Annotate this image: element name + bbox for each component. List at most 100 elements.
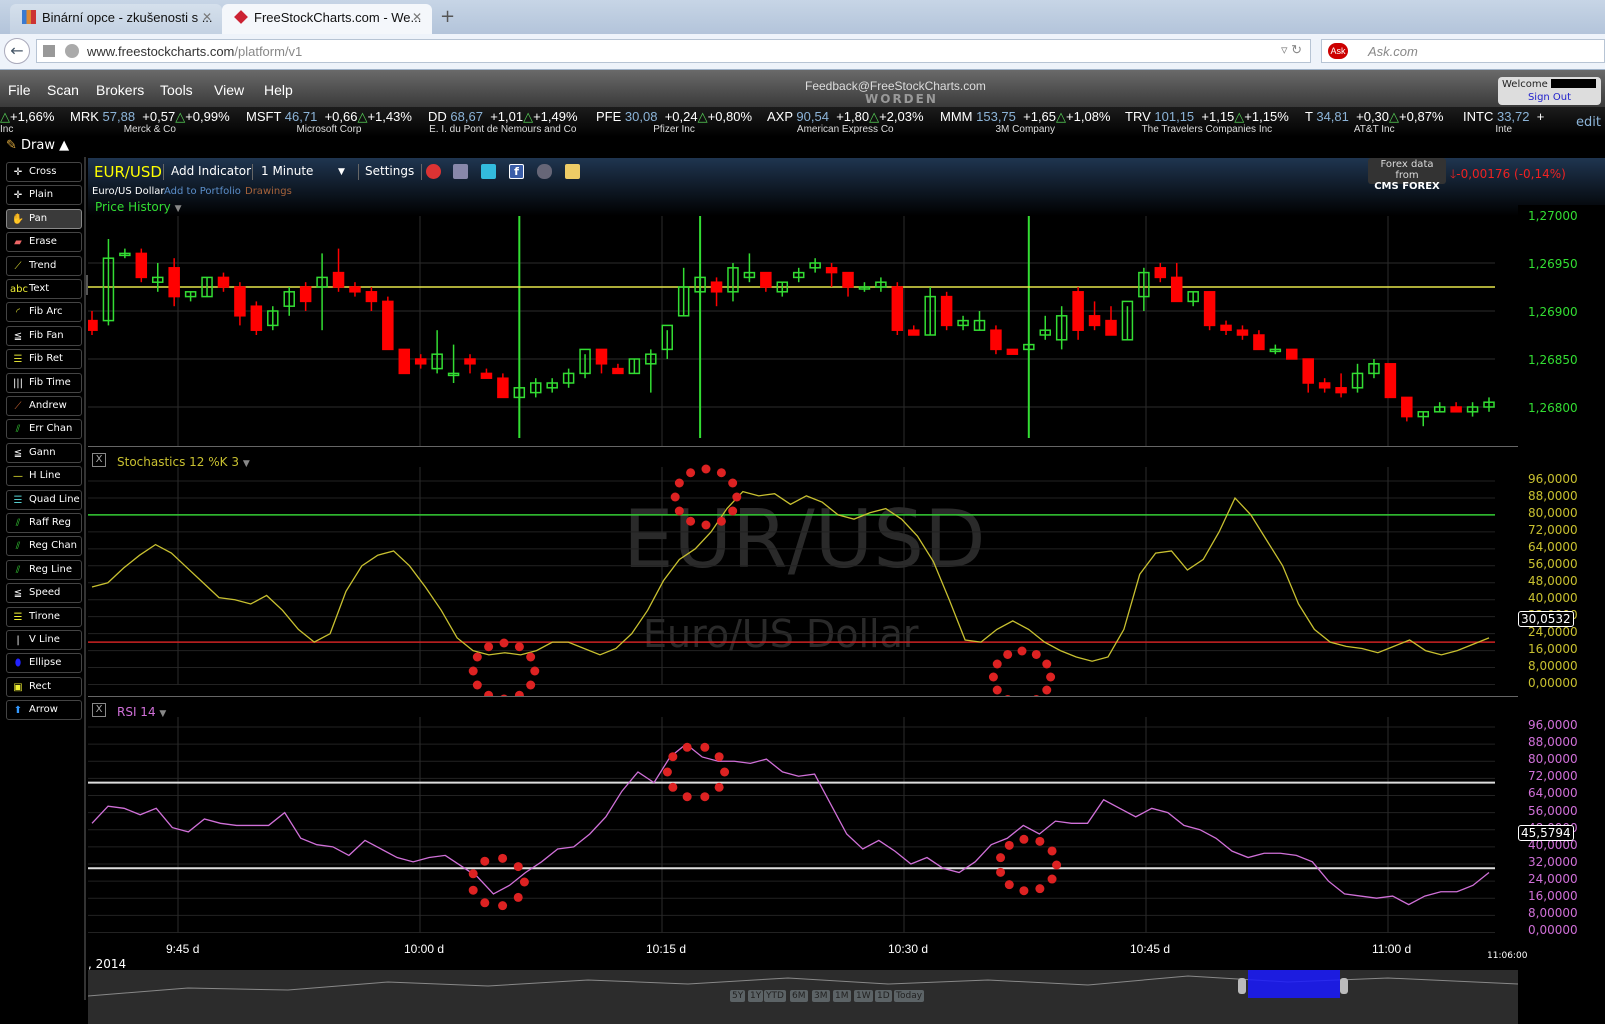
price-history-menu[interactable]: Price History ▼ — [95, 200, 182, 214]
browser-tab-freestockcharts[interactable]: FreeStockCharts.com - We... ✕ — [222, 4, 432, 34]
tool-v-line[interactable]: | V Line — [6, 630, 82, 650]
tool-erase[interactable]: ▰ Erase — [6, 232, 82, 253]
interval-select[interactable]: 1 Minute — [261, 164, 313, 178]
menu-file[interactable]: File — [8, 82, 31, 98]
fib-time-icon: ||| — [12, 377, 24, 389]
ticker-item[interactable]: INTC 33,72 + Inte — [1463, 109, 1544, 135]
close-tab-icon[interactable]: ✕ — [202, 10, 212, 24]
indicator-tick-label: 8,00000 — [1528, 658, 1578, 673]
range-button-6m[interactable]: 6M — [790, 990, 808, 1002]
search-input[interactable]: Ask Ask.com — [1321, 39, 1605, 63]
andrew-icon: ⟋ — [14, 401, 22, 412]
tool-ellipse[interactable]: ⬮ Ellipse — [6, 653, 82, 674]
overview-selection-window[interactable] — [1248, 970, 1340, 998]
ticker-item[interactable]: MMM 153,75 +1,65△+1,08% 3M Company — [940, 109, 1110, 135]
dropdown-icon[interactable]: ▿ — [1281, 42, 1288, 57]
overview-right-handle[interactable] — [1340, 978, 1348, 994]
range-button-ytd[interactable]: YTD — [764, 990, 786, 1002]
reload-icon[interactable]: ↻ — [1291, 42, 1302, 57]
tool-quad-line[interactable]: ☰ Quad Line — [6, 489, 82, 510]
drawings-link[interactable]: Drawings — [245, 186, 292, 197]
annotation-dot — [668, 752, 678, 762]
rsi-title[interactable]: RSI 14 ▼ — [117, 705, 166, 719]
add-to-portfolio-link[interactable]: Add to Portfolio — [164, 186, 241, 197]
tool-pan[interactable]: ✋ Pan — [6, 208, 82, 229]
tool-reg-chan[interactable]: ⫽ Reg Chan — [6, 536, 82, 557]
overview-navigator[interactable]: 5Y 1Y YTD 6M 3M 1M 1W 1D Today — [88, 970, 1518, 1024]
edit-ticker-link[interactable]: edit — [1576, 115, 1601, 130]
close-tab-icon[interactable]: ✕ — [412, 10, 422, 24]
annotation-dot — [662, 767, 672, 777]
ticker-item[interactable]: AXP 90,54 +1,80△+2,03% American Express C… — [767, 109, 924, 135]
ticker-item[interactable]: TRV 101,15 +1,15△+1,15% The Travelers Com… — [1125, 109, 1289, 135]
overview-left-handle[interactable] — [1238, 978, 1246, 994]
rsi-panel[interactable]: X RSI 14 ▼ — [88, 696, 1518, 936]
menu-tools[interactable]: Tools — [160, 82, 193, 98]
range-button-5y[interactable]: 5Y — [730, 990, 746, 1002]
ticker-item[interactable]: MRK 57,88 +0,57△+0,99% Merck & Co — [70, 109, 230, 135]
range-button-today[interactable]: Today — [894, 990, 925, 1002]
tool-gann[interactable]: ≦ Gann — [6, 442, 82, 463]
ticker-item[interactable]: T 34,81 +0,30△+0,87% AT&T Inc — [1305, 109, 1443, 135]
settings-button[interactable]: Settings — [365, 164, 414, 178]
stochastics-panel[interactable]: EUR/USD Euro/US Dollar X Stochastics 12 %… — [88, 446, 1518, 697]
note-icon[interactable] — [565, 164, 580, 179]
feedback-link[interactable]: Feedback@FreeStockCharts.com — [805, 79, 986, 93]
ticker-item[interactable]: DD 68,67 +1,01△+1,49% E. I. du Pont de Ne… — [428, 109, 578, 135]
menu-scan[interactable]: Scan — [47, 82, 79, 98]
alarm-clock-icon[interactable] — [426, 164, 441, 179]
url-input[interactable]: www.freestockcharts.com/platform/v1 ▿ ↻ — [36, 39, 1311, 63]
tool-speed[interactable]: ≦ Speed — [6, 583, 82, 604]
price-axis[interactable]: 1,27000 1,26950 1,26900 1,26850 1,26800 — [1518, 205, 1605, 446]
tool-label: Fib Fan — [29, 329, 64, 341]
ticker-item[interactable]: MSFT 46,71 +0,66△+1,43% Microsoft Corp — [246, 109, 412, 135]
tool-tirone[interactable]: ☰ Tirone — [6, 606, 82, 627]
price-chart-panel[interactable] — [88, 216, 1518, 446]
tool-rect[interactable]: ▣ Rect — [6, 676, 82, 697]
tool-andrew[interactable]: ⟋ Andrew — [6, 396, 82, 416]
tool-cross[interactable]: ✛ Cross — [6, 162, 82, 182]
ticker-name: Microsoft Corp — [296, 124, 362, 135]
tool-text[interactable]: abc Text — [6, 279, 82, 299]
browser-tab-binarni-opce[interactable]: Binární opce - zkušenosti s ... ✕ — [10, 4, 222, 34]
tool-trend[interactable]: ⟋ Trend — [6, 255, 82, 276]
menu-help[interactable]: Help — [264, 82, 293, 98]
symbol-label[interactable]: EUR/USD — [94, 163, 162, 181]
tool-fib-arc[interactable]: ◜ Fib Arc — [6, 302, 82, 323]
add-indicator-button[interactable]: Add Indicator — [171, 164, 251, 178]
rsi-axis[interactable]: 96,0000 88,0000 80,0000 72,0000 64,0000 56,00… — [1518, 696, 1605, 937]
sign-out-link[interactable]: Sign Out — [1502, 92, 1597, 103]
close-indicator-icon[interactable]: X — [92, 703, 106, 717]
draw-toggle-button[interactable]: ✎ Draw ▲ — [6, 138, 69, 153]
tool-reg-line[interactable]: ⫽ Reg Line — [6, 559, 82, 580]
range-button-3m[interactable]: 3M — [812, 990, 830, 1002]
twitter-icon[interactable] — [481, 164, 496, 179]
range-button-1d[interactable]: 1D — [875, 990, 892, 1002]
camera-icon[interactable] — [537, 164, 552, 179]
tool-h-line[interactable]: — H Line — [6, 466, 82, 487]
range-button-1m[interactable]: 1M — [833, 990, 851, 1002]
ticker-item[interactable]: △+1,66% Inc — [0, 109, 54, 135]
database-icon[interactable] — [453, 164, 468, 179]
tool-raff-reg[interactable]: ⫽ Raff Reg — [6, 513, 82, 533]
menu-brokers[interactable]: Brokers — [96, 82, 144, 98]
back-arrow-icon[interactable]: ← — [4, 38, 30, 64]
new-tab-button[interactable]: + — [440, 6, 455, 27]
tool-fib-fan[interactable]: ≦ Fib Fan — [6, 325, 82, 346]
facebook-icon[interactable]: f — [509, 164, 524, 179]
stochastics-axis[interactable]: 96,0000 88,0000 80,0000 72,0000 64,0000 56,00… — [1518, 446, 1605, 696]
stochastics-title[interactable]: Stochastics 12 %K 3 ▼ — [117, 455, 250, 469]
tool-fib-ret[interactable]: ☰ Fib Ret — [6, 349, 82, 370]
ticker-item[interactable]: PFE 30,08 +0,24△+0,80% Pfizer Inc — [596, 109, 752, 135]
tool-err-chan[interactable]: ⫽ Err Chan — [6, 419, 82, 440]
close-indicator-icon[interactable]: X — [92, 453, 106, 467]
range-button-1w[interactable]: 1W — [854, 990, 873, 1002]
candle-body — [1072, 291, 1084, 331]
menu-view[interactable]: View — [214, 82, 244, 98]
tool-fib-time[interactable]: ||| Fib Time — [6, 372, 82, 393]
tool-plain[interactable]: ✛ Plain — [6, 185, 82, 206]
tool-arrow[interactable]: ⬆ Arrow — [6, 700, 82, 721]
up-triangle-icon: △ — [697, 109, 708, 124]
range-button-1y[interactable]: 1Y — [748, 990, 764, 1002]
interval-dropdown-icon[interactable]: ▼ — [338, 167, 345, 177]
